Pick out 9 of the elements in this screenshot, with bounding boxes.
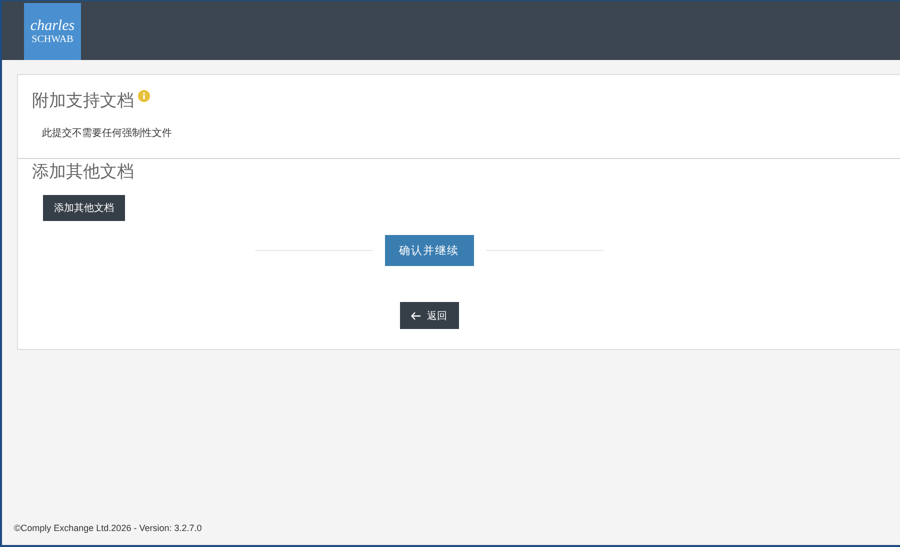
add-document-button[interactable]: 添加其他文档 bbox=[43, 195, 125, 221]
confirm-button[interactable]: 确认并继续 bbox=[384, 235, 474, 266]
section-title: 添加其他文档 bbox=[32, 161, 134, 183]
info-icon[interactable] bbox=[138, 90, 150, 102]
section-title: 附加支持文档 bbox=[32, 90, 134, 112]
info-text: 此提交不需要任何强制性文件 bbox=[42, 126, 173, 140]
footer-text: ©Comply Exchange Ltd.2026 - Version: 3.2.7.0 bbox=[13, 523, 203, 535]
arrow-left-icon bbox=[411, 312, 421, 320]
back-button[interactable]: 返回 bbox=[400, 302, 458, 329]
